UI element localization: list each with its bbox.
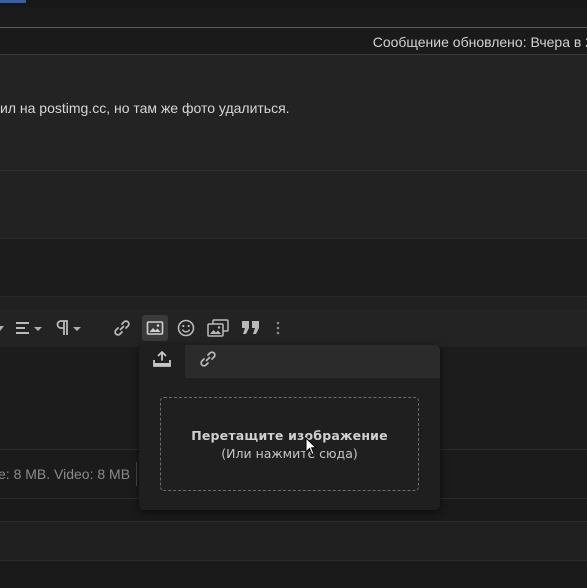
editor-toolbar [0, 309, 587, 347]
align-dropdown-caret[interactable] [0, 317, 6, 339]
top-accent-underline [0, 0, 26, 3]
post-body-text: ил на postimg.cc, но там же фото удалить… [0, 100, 290, 116]
insert-image-popup: Перетащите изображение (Или нажмите сюда… [139, 345, 440, 510]
align-icon[interactable] [14, 317, 44, 339]
editor-top-gap [0, 297, 587, 309]
link-tab[interactable] [185, 345, 440, 378]
media-gallery-icon[interactable] [205, 317, 231, 339]
smiley-icon[interactable] [175, 317, 197, 339]
link-icon[interactable] [110, 317, 134, 339]
popup-tabs [139, 345, 440, 378]
upload-icon [152, 350, 172, 373]
mouse-pointer-icon [305, 436, 318, 461]
image-dropzone[interactable]: Перетащите изображение (Или нажмите сюда… [160, 397, 419, 491]
reply-header [0, 239, 587, 296]
message-edited-bar: Сообщение обновлено: Вчера в 2 [0, 27, 587, 55]
message-edited-label: Сообщение обновлено: Вчера в 2 [372, 34, 587, 50]
post-footer [0, 171, 587, 238]
dropzone-title: Перетащите изображение [191, 427, 388, 443]
link-icon [199, 350, 217, 373]
post-body: ил на postimg.cc, но там же фото удалить… [0, 55, 587, 171]
insert-image-icon[interactable] [142, 315, 168, 341]
paragraph-icon[interactable] [52, 317, 82, 339]
dropzone-subtitle: (Или нажмите сюда) [221, 445, 358, 461]
more-options-icon[interactable] [270, 317, 286, 339]
upload-tab[interactable] [139, 345, 185, 378]
top-strip [0, 0, 587, 8]
upload-limits-text: e: 8 MB. Video: 8 MB [0, 466, 131, 482]
form-row [0, 521, 587, 561]
quote-icon[interactable] [238, 317, 264, 339]
spacer [0, 561, 587, 588]
